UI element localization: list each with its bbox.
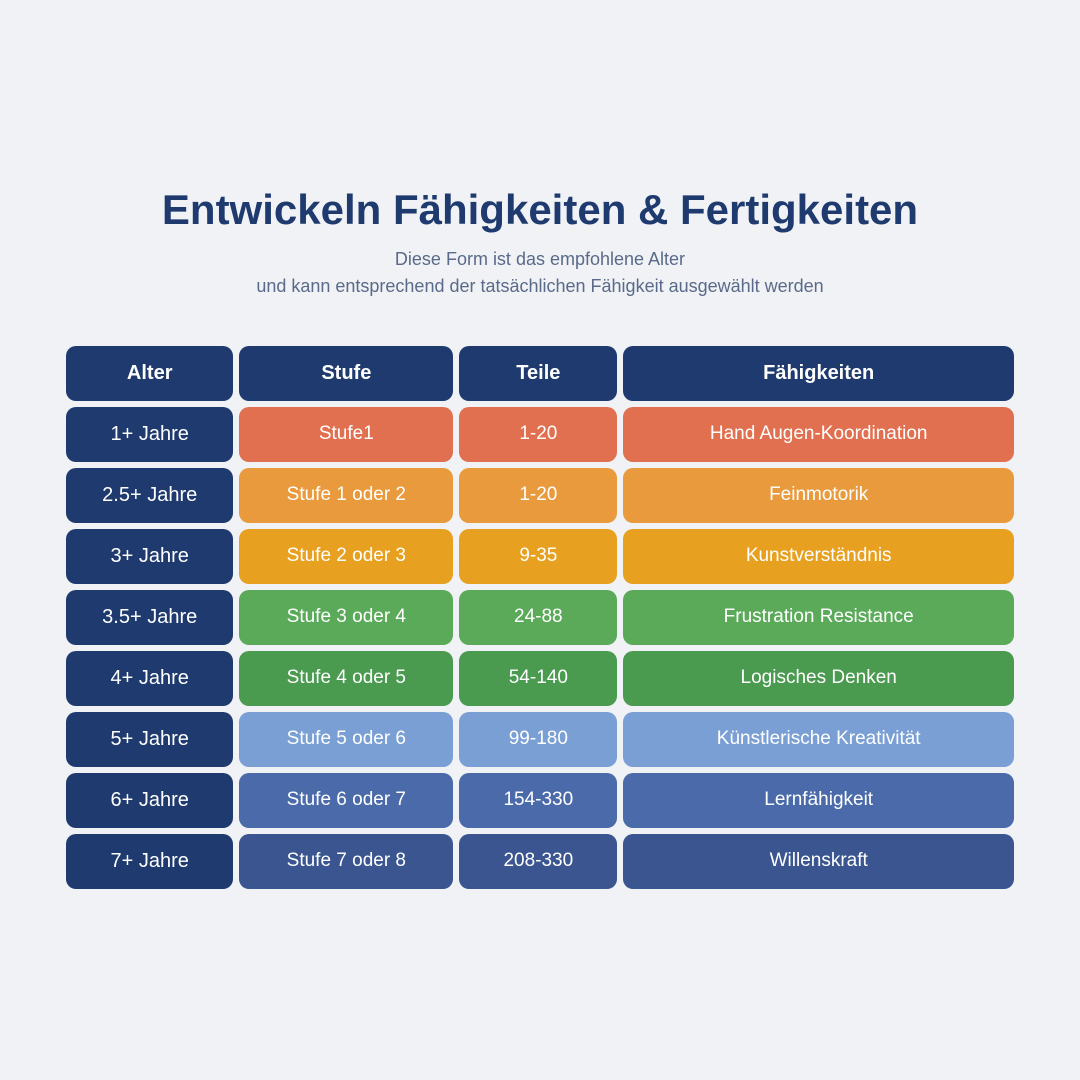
cell-teile: 1-20 [459, 468, 617, 523]
cell-alter: 1+ Jahre [66, 407, 233, 462]
cell-teile: 154-330 [459, 773, 617, 828]
table-row: 2.5+ JahreStufe 1 oder 21-20Feinmotorik [66, 468, 1014, 523]
cell-alter: 3.5+ Jahre [66, 590, 233, 645]
page-wrapper: Entwickeln Fähigkeiten & Fertigkeiten Di… [60, 186, 1020, 895]
cell-teile: 99-180 [459, 712, 617, 767]
cell-alter: 4+ Jahre [66, 651, 233, 706]
cell-skill: Lernfähigkeit [623, 773, 1014, 828]
cell-skill: Feinmotorik [623, 468, 1014, 523]
cell-alter: 2.5+ Jahre [66, 468, 233, 523]
cell-alter: 6+ Jahre [66, 773, 233, 828]
cell-skill: Frustration Resistance [623, 590, 1014, 645]
cell-skill: Logisches Denken [623, 651, 1014, 706]
cell-skill: Hand Augen-Koordination [623, 407, 1014, 462]
cell-stufe: Stufe 4 oder 5 [239, 651, 453, 706]
table-row: 4+ JahreStufe 4 oder 554-140Logisches De… [66, 651, 1014, 706]
subtitle-line2: und kann entsprechend der tatsächlichen … [256, 276, 823, 296]
subtitle-line1: Diese Form ist das empfohlene Alter [395, 249, 685, 269]
cell-teile: 1-20 [459, 407, 617, 462]
table-row: 1+ JahreStufe11-20Hand Augen-Koordinatio… [66, 407, 1014, 462]
table-row: 5+ JahreStufe 5 oder 699-180Künstlerisch… [66, 712, 1014, 767]
skills-table: Alter Stufe Teile Fähigkeiten 1+ JahreSt… [60, 340, 1020, 895]
header-teile: Teile [459, 346, 617, 401]
table-row: 7+ JahreStufe 7 oder 8208-330Willenskraf… [66, 834, 1014, 889]
cell-skill: Künstlerische Kreativität [623, 712, 1014, 767]
cell-alter: 5+ Jahre [66, 712, 233, 767]
cell-teile: 24-88 [459, 590, 617, 645]
header-stufe: Stufe [239, 346, 453, 401]
header-alter: Alter [66, 346, 233, 401]
cell-alter: 7+ Jahre [66, 834, 233, 889]
cell-teile: 54-140 [459, 651, 617, 706]
cell-teile: 9-35 [459, 529, 617, 584]
cell-stufe: Stufe 6 oder 7 [239, 773, 453, 828]
cell-stufe: Stufe 2 oder 3 [239, 529, 453, 584]
table-wrapper: Alter Stufe Teile Fähigkeiten 1+ JahreSt… [60, 340, 1020, 895]
table-row: 6+ JahreStufe 6 oder 7154-330Lernfähigke… [66, 773, 1014, 828]
header-faehigkeiten: Fähigkeiten [623, 346, 1014, 401]
cell-stufe: Stufe 5 oder 6 [239, 712, 453, 767]
cell-skill: Willenskraft [623, 834, 1014, 889]
cell-alter: 3+ Jahre [66, 529, 233, 584]
cell-stufe: Stufe 3 oder 4 [239, 590, 453, 645]
cell-skill: Kunstverständnis [623, 529, 1014, 584]
subtitle: Diese Form ist das empfohlene Alter und … [256, 246, 823, 300]
table-row: 3.5+ JahreStufe 3 oder 424-88Frustration… [66, 590, 1014, 645]
header-row: Alter Stufe Teile Fähigkeiten [66, 346, 1014, 401]
cell-stufe: Stufe 1 oder 2 [239, 468, 453, 523]
cell-teile: 208-330 [459, 834, 617, 889]
cell-stufe: Stufe1 [239, 407, 453, 462]
table-row: 3+ JahreStufe 2 oder 39-35Kunstverständn… [66, 529, 1014, 584]
cell-stufe: Stufe 7 oder 8 [239, 834, 453, 889]
page-title: Entwickeln Fähigkeiten & Fertigkeiten [162, 186, 918, 234]
